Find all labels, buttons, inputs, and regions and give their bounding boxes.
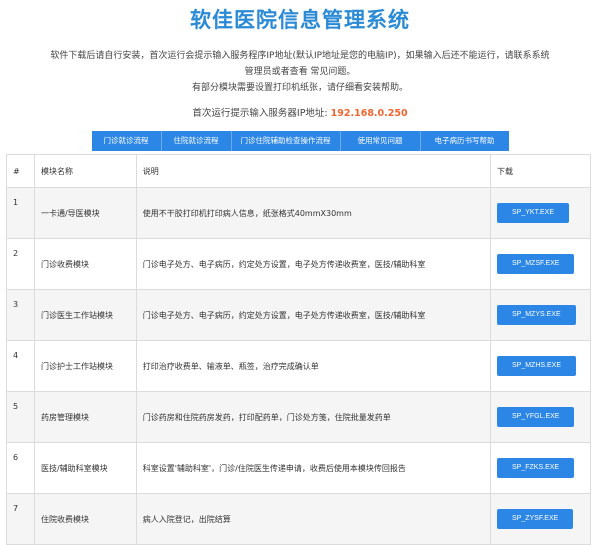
- download-button[interactable]: SP_MZHS.EXE: [497, 356, 577, 376]
- download-button[interactable]: SP_YKT.EXE: [497, 203, 570, 223]
- table-row: 1 一卡通/导医模块 使用不干胶打印机打印病人信息，纸张格式40mmX30mm …: [6, 187, 591, 239]
- instruction-line: 有部分模块需要设置打印机纸张，请仔细看安装帮助。: [191, 83, 408, 93]
- download-cell: SP_MZYS.EXE: [490, 289, 591, 341]
- download-button[interactable]: SP_FZKS.EXE: [497, 458, 575, 478]
- table-row: 5 药房管理模块 门诊药房和住院药房发药，打印配药单，门诊处方笺，住院批量发药单…: [6, 391, 591, 443]
- tab-inpatient-flow[interactable]: 住院就诊流程: [161, 131, 232, 151]
- table-row: 2 门诊收费模块 门诊电子处方、电子病历，约定处方设置，电子处方传递收费室，医技…: [6, 238, 591, 290]
- download-button[interactable]: SP_MZSF.EXE: [497, 254, 575, 274]
- module-description: 科室设置'辅助科室'，门诊/住院医生传递申请，收费后使用本模块传回报告: [135, 442, 492, 494]
- row-number: 1: [6, 187, 35, 239]
- module-description: 病人入院登记，出院结算: [135, 493, 492, 545]
- tab-auxiliary-exam-flow[interactable]: 门诊住院辅助检查操作流程: [231, 131, 341, 151]
- download-cell: SP_YKT.EXE: [490, 187, 591, 239]
- module-name: 医技/辅助科室模块: [33, 442, 137, 494]
- module-name: 门诊护士工作站模块: [33, 340, 137, 392]
- row-number: 7: [6, 493, 35, 545]
- page-header: 软佳医院信息管理系统 软件下载后请自行安装，首次运行会提示输入服务程序IP地址(…: [0, 0, 600, 119]
- table-row: 4 门诊护士工作站模块 打印治疗收费单、输液单、瓶签，治疗完成确认单 SP_MZ…: [6, 340, 591, 392]
- module-description: 使用不干胶打印机打印病人信息，纸张格式40mmX30mm: [135, 187, 492, 239]
- table-header-row: # 模块名称 说明 下载: [6, 154, 591, 188]
- table-row: 3 门诊医生工作站模块 门诊电子处方、电子病历，约定处方设置，电子处方传递收费室…: [6, 289, 591, 341]
- server-ip-value: 192.168.0.250: [330, 108, 408, 119]
- module-table: # 模块名称 说明 下载 1 一卡通/导医模块 使用不干胶打印机打印病人信息，纸…: [6, 154, 591, 545]
- server-ip-notice: 首次运行提示输入服务器IP地址: 192.168.0.250: [0, 105, 600, 119]
- col-header-desc: 说明: [135, 154, 492, 188]
- tab-outpatient-flow[interactable]: 门诊就诊流程: [91, 131, 162, 151]
- module-name: 住院收费模块: [33, 493, 137, 545]
- server-ip-label: 首次运行提示输入服务器IP地址:: [192, 108, 328, 119]
- download-button[interactable]: SP_ZYSF.EXE: [497, 509, 574, 529]
- module-name: 药房管理模块: [33, 391, 137, 443]
- download-button[interactable]: SP_MZYS.EXE: [497, 305, 576, 325]
- download-button[interactable]: SP_YFGL.EXE: [497, 407, 575, 427]
- col-header-num: #: [6, 154, 35, 188]
- module-description: 门诊电子处方、电子病历，约定处方设置，电子处方传递收费室，医技/辅助科室: [135, 238, 492, 290]
- module-description: 打印治疗收费单、输液单、瓶签，治疗完成确认单: [135, 340, 492, 392]
- table-row: 6 医技/辅助科室模块 科室设置'辅助科室'，门诊/住院医生传递申请，收费后使用…: [6, 442, 591, 494]
- row-number: 4: [6, 340, 35, 392]
- tab-emr-help[interactable]: 电子病历书写帮助: [420, 131, 509, 151]
- download-cell: SP_MZHS.EXE: [490, 340, 591, 392]
- page-title: 软佳医院信息管理系统: [190, 8, 410, 32]
- help-tabs: 门诊就诊流程 住院就诊流程 门诊住院辅助检查操作流程 使用常见问题 电子病历书写…: [0, 131, 600, 151]
- module-description: 门诊电子处方、电子病历，约定处方设置，电子处方传递收费室，医技/辅助科室: [135, 289, 492, 341]
- download-cell: SP_YFGL.EXE: [490, 391, 591, 443]
- col-header-name: 模块名称: [33, 154, 137, 188]
- row-number: 6: [6, 442, 35, 494]
- col-header-download: 下载: [490, 154, 591, 188]
- module-name: 门诊医生工作站模块: [33, 289, 137, 341]
- instruction-line: 软件下载后请自行安装，首次运行会提示输入服务程序IP地址(默认IP地址是您的电脑…: [50, 51, 550, 61]
- module-description: 门诊药房和住院药房发药，打印配药单，门诊处方笺，住院批量发药单: [135, 391, 492, 443]
- row-number: 5: [6, 391, 35, 443]
- download-cell: SP_MZSF.EXE: [490, 238, 591, 290]
- download-cell: SP_ZYSF.EXE: [490, 493, 591, 545]
- download-cell: SP_FZKS.EXE: [490, 442, 591, 494]
- module-name: 门诊收费模块: [33, 238, 137, 290]
- install-instructions: 软件下载后请自行安装，首次运行会提示输入服务程序IP地址(默认IP地址是您的电脑…: [0, 48, 600, 96]
- instruction-line: 管理员或者查看 常见问题。: [244, 67, 356, 77]
- table-row: 7 住院收费模块 病人入院登记，出院结算 SP_ZYSF.EXE: [6, 493, 591, 545]
- module-name: 一卡通/导医模块: [33, 187, 137, 239]
- row-number: 3: [6, 289, 35, 341]
- row-number: 2: [6, 238, 35, 290]
- tab-faq[interactable]: 使用常见问题: [340, 131, 421, 151]
- module-rows: 1 一卡通/导医模块 使用不干胶打印机打印病人信息，纸张格式40mmX30mm …: [6, 187, 591, 545]
